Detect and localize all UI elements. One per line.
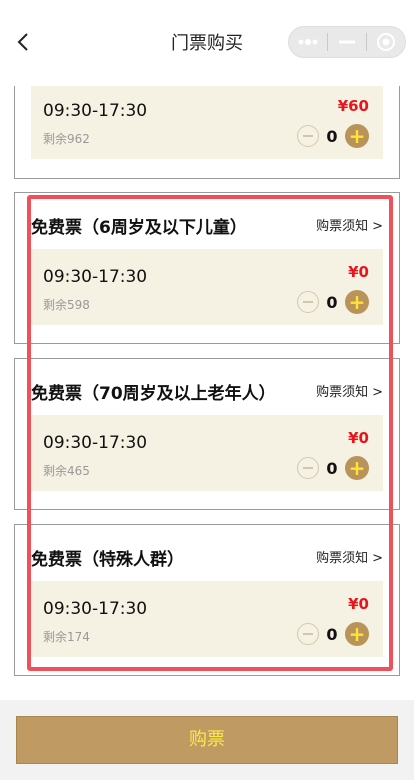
slot-remaining: 剩余465 bbox=[43, 464, 90, 478]
minimize-icon bbox=[339, 40, 355, 44]
navigation-bar: 门票购买 bbox=[0, 0, 414, 86]
ticket-title: 免费票（6周岁及以下儿童） bbox=[31, 218, 247, 238]
slot-time: 09:30-17:30 bbox=[43, 267, 148, 287]
ticket-card-senior: 免费票（70周岁及以上老年人） 购票须知 > 09:30-17:30 剩余465 … bbox=[14, 358, 400, 510]
quantity-value: 0 bbox=[326, 458, 338, 478]
minus-icon bbox=[303, 633, 313, 635]
minus-button[interactable] bbox=[297, 457, 319, 479]
quantity-stepper: 0 + bbox=[297, 456, 369, 480]
time-slot: 09:30-17:30 剩余174 ¥0 0 + bbox=[31, 581, 383, 657]
plus-button[interactable]: + bbox=[345, 456, 369, 480]
time-slot: 09:30-17:30 剩余465 ¥0 0 + bbox=[31, 415, 383, 491]
chevron-right-icon: > bbox=[372, 219, 383, 234]
purchase-notice-link[interactable]: 购票须知 > bbox=[316, 381, 383, 400]
more-button[interactable] bbox=[289, 27, 327, 57]
minus-button[interactable] bbox=[297, 291, 319, 313]
minus-button[interactable] bbox=[297, 623, 319, 645]
slot-price: ¥0 bbox=[348, 263, 369, 281]
time-slot: 09:30-17:30 剩余962 ¥60 0 + bbox=[31, 83, 383, 159]
plus-icon: + bbox=[348, 290, 366, 314]
target-close-icon bbox=[377, 33, 395, 51]
time-slot: 09:30-17:30 剩余598 ¥0 0 + bbox=[31, 249, 383, 325]
slot-time: 09:30-17:30 bbox=[43, 101, 148, 121]
slot-time: 09:30-17:30 bbox=[43, 599, 148, 619]
chevron-right-icon: > bbox=[372, 385, 383, 400]
quantity-value: 0 bbox=[326, 126, 338, 146]
slot-remaining: 剩余174 bbox=[43, 630, 90, 644]
quantity-value: 0 bbox=[326, 292, 338, 312]
more-dots-icon bbox=[298, 39, 318, 45]
plus-icon: + bbox=[348, 124, 366, 148]
minimize-button[interactable] bbox=[328, 27, 366, 57]
minus-icon bbox=[303, 301, 313, 303]
slot-remaining: 剩余598 bbox=[43, 298, 90, 312]
ticket-title: 免费票（70周岁及以上老年人） bbox=[31, 384, 276, 404]
notice-label: 购票须知 bbox=[316, 551, 369, 566]
slot-price: ¥0 bbox=[348, 595, 369, 613]
minus-button[interactable] bbox=[297, 125, 319, 147]
notice-label: 购票须知 bbox=[316, 385, 369, 400]
purchase-notice-link[interactable]: 购票须知 > bbox=[316, 547, 383, 566]
slot-price: ¥60 bbox=[337, 97, 369, 115]
ticket-title: 免费票（特殊人群） bbox=[31, 550, 184, 570]
ticket-list: 09:30-17:30 剩余962 ¥60 0 + 免费票（6周岁及以下儿童） … bbox=[0, 0, 414, 700]
minus-icon bbox=[303, 135, 313, 137]
ticket-card-special: 免费票（特殊人群） 购票须知 > 09:30-17:30 剩余174 ¥0 0 + bbox=[14, 524, 400, 676]
buy-ticket-button[interactable]: 购票 bbox=[16, 716, 398, 764]
quantity-stepper: 0 + bbox=[297, 622, 369, 646]
slot-price: ¥0 bbox=[348, 429, 369, 447]
ticket-card-child: 免费票（6周岁及以下儿童） 购票须知 > 09:30-17:30 剩余598 ¥0… bbox=[14, 192, 400, 344]
plus-button[interactable]: + bbox=[345, 622, 369, 646]
minus-icon bbox=[303, 467, 313, 469]
notice-label: 购票须知 bbox=[316, 219, 369, 234]
purchase-notice-link[interactable]: 购票须知 > bbox=[316, 215, 383, 234]
chevron-right-icon: > bbox=[372, 551, 383, 566]
plus-icon: + bbox=[348, 622, 366, 646]
plus-button[interactable]: + bbox=[345, 124, 369, 148]
close-button[interactable] bbox=[367, 27, 405, 57]
bottom-bar: 购票 bbox=[0, 700, 414, 780]
quantity-stepper: 0 + bbox=[297, 290, 369, 314]
slot-remaining: 剩余962 bbox=[43, 132, 90, 146]
slot-time: 09:30-17:30 bbox=[43, 433, 148, 453]
plus-button[interactable]: + bbox=[345, 290, 369, 314]
mini-program-capsule bbox=[288, 26, 406, 58]
quantity-stepper: 0 + bbox=[297, 124, 369, 148]
quantity-value: 0 bbox=[326, 624, 338, 644]
plus-icon: + bbox=[348, 456, 366, 480]
